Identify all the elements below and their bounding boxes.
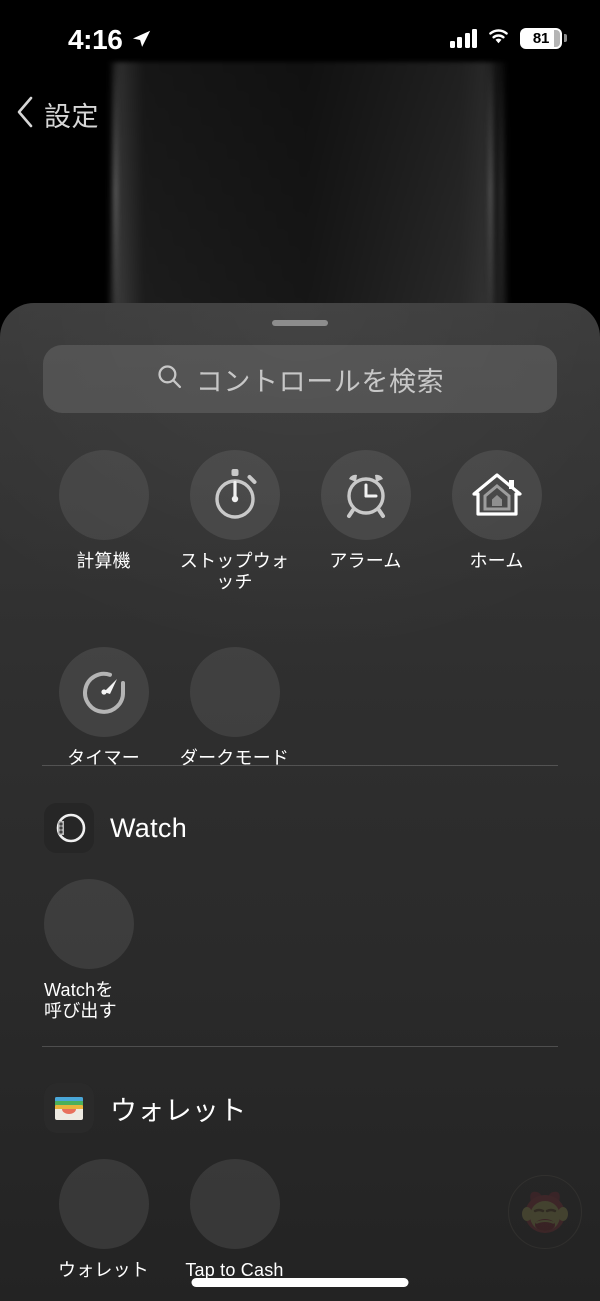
battery-level-fill xyxy=(554,29,560,47)
control-item-alarm[interactable]: アラーム xyxy=(300,450,431,593)
dark-mode-icon xyxy=(189,647,280,738)
watch-controls-grid: Watchを 呼び出す xyxy=(38,879,562,1022)
control-item-stopwatch[interactable]: ストップウォッチ xyxy=(169,450,300,593)
control-item-ping-watch[interactable]: Watchを 呼び出す xyxy=(38,879,175,1022)
control-item-dark-mode[interactable]: ダークモード xyxy=(169,647,300,769)
apple-watch-icon xyxy=(44,803,94,853)
status-bar-indicators: 81 xyxy=(449,26,567,50)
status-bar: 4:16 81 xyxy=(0,0,600,62)
stopwatch-icon xyxy=(189,450,280,540)
iphone-screen: 4:16 81 設定 コントロールを検索 計算機 ストップウォッチ アラーム ホ… xyxy=(0,0,600,1301)
wallet-icon xyxy=(44,1083,94,1133)
ping-watch-icon xyxy=(44,879,134,969)
control-label: 計算機 xyxy=(76,551,131,571)
control-item-timer[interactable]: タイマー xyxy=(38,647,169,769)
section-divider xyxy=(42,765,558,766)
control-label: ダークモード xyxy=(179,748,290,769)
control-label: ウォレット xyxy=(58,1260,149,1280)
section-header-watch: Watch xyxy=(44,803,187,853)
search-placeholder: コントロールを検索 xyxy=(195,366,445,397)
tap-to-cash-icon xyxy=(189,1159,280,1249)
search-input[interactable]: コントロールを検索 xyxy=(43,345,557,413)
wallet-controls-grid: ウォレット Tap to Cash xyxy=(38,1159,562,1281)
section-title: Watch xyxy=(110,812,188,843)
suggested-controls-grid: 計算機 ストップウォッチ アラーム ホーム タイマー ダークモード xyxy=(38,450,562,770)
control-item-calculator[interactable]: 計算機 xyxy=(38,450,169,593)
battery-indicator: 81 xyxy=(520,27,567,49)
control-label: アラーム xyxy=(329,551,402,571)
control-label: ホーム xyxy=(469,551,524,571)
backdrop-light-streak xyxy=(488,62,493,320)
wifi-icon xyxy=(486,26,511,50)
cellular-signal-icon xyxy=(449,28,477,48)
section-title: ウォレット xyxy=(110,1095,247,1126)
wallet-control-icon xyxy=(58,1159,149,1249)
chevron-left-icon xyxy=(14,95,36,134)
control-label-line2: 呼び出す xyxy=(44,1001,117,1022)
back-button[interactable]: 設定 xyxy=(14,95,99,134)
control-label: タイマー xyxy=(67,748,140,769)
backdrop-glow xyxy=(108,62,508,322)
backdrop-light-streak xyxy=(500,62,503,320)
monkey-logo-watermark xyxy=(508,1175,582,1249)
calculator-icon xyxy=(58,450,149,540)
location-arrow-icon xyxy=(130,28,152,55)
control-label: ストップウォッチ xyxy=(179,551,290,593)
alarm-clock-icon xyxy=(320,450,411,540)
search-icon xyxy=(156,363,183,395)
back-button-label: 設定 xyxy=(44,102,99,132)
control-label-line1: Watchを xyxy=(44,980,114,1000)
control-item-wallet[interactable]: ウォレット xyxy=(38,1159,169,1281)
home-house-icon xyxy=(451,450,542,540)
section-header-wallet: ウォレット xyxy=(44,1083,247,1133)
control-item-home[interactable]: ホーム xyxy=(431,450,562,593)
backdrop-light-streak xyxy=(113,62,118,320)
timer-icon xyxy=(58,647,149,738)
sheet-grabber[interactable] xyxy=(272,320,328,326)
battery-percent-label: 81 xyxy=(532,29,550,47)
control-item-tap-to-cash[interactable]: Tap to Cash xyxy=(169,1159,300,1281)
control-label: Watchを 呼び出す xyxy=(44,980,162,1022)
status-bar-time: 4:16 xyxy=(68,24,123,55)
section-divider xyxy=(42,1046,558,1047)
home-indicator[interactable] xyxy=(191,1278,409,1287)
